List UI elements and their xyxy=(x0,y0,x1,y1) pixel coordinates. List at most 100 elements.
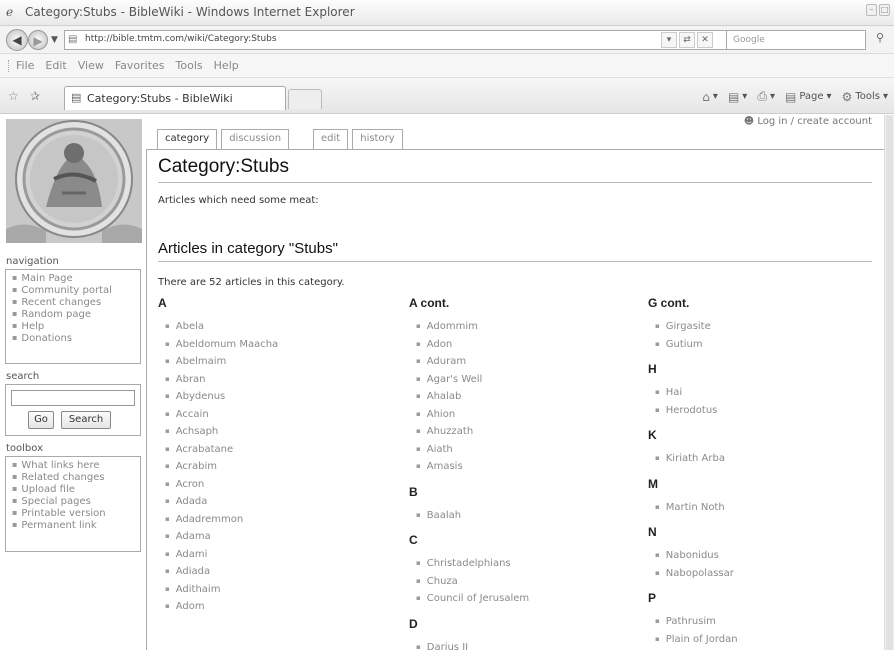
home-button[interactable]: ⌂ ▾ xyxy=(702,90,718,104)
article-link[interactable]: Nabopolassar xyxy=(648,568,884,586)
article-link[interactable]: Acrabatane xyxy=(158,444,398,462)
article-link[interactable]: Accain xyxy=(158,409,398,427)
vertical-scrollbar[interactable] xyxy=(884,115,894,650)
article-link[interactable]: Abelmaim xyxy=(158,356,398,374)
article-link[interactable]: Acrabim xyxy=(158,461,398,479)
toolbox-link-upload-file[interactable]: Upload file xyxy=(12,484,134,496)
article-link[interactable]: Adama xyxy=(158,531,398,549)
article-link[interactable]: Nabonidus xyxy=(648,550,884,568)
toolbox-link-printable-version[interactable]: Printable version xyxy=(12,508,134,520)
feeds-button[interactable]: ▤ ▾ xyxy=(728,90,747,104)
maximize-icon[interactable]: □ xyxy=(879,4,890,16)
new-tab-button[interactable] xyxy=(288,89,322,109)
article-link[interactable]: Plain of Jordan xyxy=(648,634,884,650)
minimize-icon[interactable]: – xyxy=(866,4,877,16)
nav-link-recent-changes[interactable]: Recent changes xyxy=(12,297,134,309)
nav-link-help[interactable]: Help xyxy=(12,321,134,333)
article-link[interactable]: Pathrusim xyxy=(648,616,884,634)
tab-history[interactable]: history xyxy=(352,129,403,149)
wiki-logo[interactable] xyxy=(6,119,142,243)
article-link[interactable]: Martin Noth xyxy=(648,502,884,520)
letter-group: G cont. GirgasiteGutium xyxy=(648,296,884,356)
refresh-icon[interactable]: ⇄ xyxy=(679,32,695,48)
address-bar[interactable]: ▤ http://bible.tmtm.com/wiki/Category:St… xyxy=(64,30,830,50)
toolbox-link-related-changes[interactable]: Related changes xyxy=(12,472,134,484)
article-link[interactable]: Christadelphians xyxy=(409,558,649,576)
article-link[interactable]: Darius II xyxy=(409,642,649,650)
login-link[interactable]: Log in / create account xyxy=(757,116,872,127)
article-link[interactable]: Aiath xyxy=(409,444,649,462)
article-link[interactable]: Ahalab xyxy=(409,391,649,409)
tools-menu-button[interactable]: ⚙ Tools ▾ xyxy=(842,90,888,104)
add-favorites-icon[interactable]: ✰ xyxy=(30,89,40,103)
tab-category[interactable]: category xyxy=(157,129,218,149)
menu-view[interactable]: View xyxy=(78,59,104,72)
article-link[interactable]: Council of Jerusalem xyxy=(409,593,649,611)
menu-file[interactable]: File xyxy=(16,59,34,72)
nav-link-donations[interactable]: Donations xyxy=(12,333,134,345)
article-link[interactable]: Achsaph xyxy=(158,426,398,444)
toolbox-link-special-pages[interactable]: Special pages xyxy=(12,496,134,508)
menu-edit[interactable]: Edit xyxy=(45,59,66,72)
article-link[interactable]: Baalah xyxy=(409,510,649,528)
article-column-1: A AbelaAbeldomum MaachaAbelmaimAbranAbyde… xyxy=(158,296,398,625)
toolbox-link-permanent-link[interactable]: Permanent link xyxy=(12,520,134,532)
article-link[interactable]: Adiada xyxy=(158,566,398,584)
article-link[interactable]: Abeldomum Maacha xyxy=(158,339,398,357)
back-button[interactable]: ◀ xyxy=(6,29,28,51)
article-link[interactable]: Adada xyxy=(158,496,398,514)
article-link[interactable]: Adami xyxy=(158,549,398,567)
print-button[interactable]: ⎙ ▾ xyxy=(757,89,775,104)
article-list: Martin Noth xyxy=(648,502,884,520)
article-link[interactable]: Girgasite xyxy=(648,321,884,339)
wiki-search-input[interactable] xyxy=(11,390,135,406)
nav-link-community-portal[interactable]: Community portal xyxy=(12,285,134,297)
article-link[interactable]: Adadremmon xyxy=(158,514,398,532)
toolbox-title: toolbox xyxy=(6,443,44,454)
search-icon[interactable]: ⚲ xyxy=(870,31,890,49)
article-link[interactable]: Gutium xyxy=(648,339,884,357)
browser-tab[interactable]: ▤ Category:Stubs - BibleWiki xyxy=(64,86,286,110)
nav-link-main-page[interactable]: Main Page xyxy=(12,273,134,285)
stop-icon[interactable]: ✕ xyxy=(697,32,713,48)
tab-discussion[interactable]: discussion xyxy=(221,129,290,149)
article-link[interactable]: Amasis xyxy=(409,461,649,479)
menu-favorites[interactable]: Favorites xyxy=(115,59,165,72)
user-links[interactable]: ☻ Log in / create account xyxy=(744,116,872,127)
article-list: Baalah xyxy=(409,510,649,528)
scrollbar-thumb[interactable] xyxy=(886,115,893,650)
article-link[interactable]: Ahion xyxy=(409,409,649,427)
article-link[interactable]: Aduram xyxy=(409,356,649,374)
title-divider xyxy=(158,182,872,183)
article-link[interactable]: Acron xyxy=(158,479,398,497)
article-link[interactable]: Chuza xyxy=(409,576,649,594)
article-link[interactable]: Adommim xyxy=(409,321,649,339)
go-button[interactable]: Go xyxy=(28,411,54,429)
history-dropdown-icon[interactable]: ▼ xyxy=(51,35,58,45)
nav-link-random-page[interactable]: Random page xyxy=(12,309,134,321)
article-link[interactable]: Hai xyxy=(648,387,884,405)
article-link[interactable]: Adon xyxy=(409,339,649,357)
article-link[interactable]: Ahuzzath xyxy=(409,426,649,444)
favorites-star-icon[interactable]: ☆ xyxy=(8,89,19,103)
article-list: HaiHerodotus xyxy=(648,387,884,422)
search-button[interactable]: Search xyxy=(61,411,111,429)
article-link[interactable]: Adom xyxy=(158,601,398,619)
article-link[interactable]: Adithaim xyxy=(158,584,398,602)
article-link[interactable]: Abran xyxy=(158,374,398,392)
web-content: navigation Main PageCommunity portalRece… xyxy=(0,115,884,650)
address-text[interactable]: http://bible.tmtm.com/wiki/Category:Stub… xyxy=(85,34,277,44)
article-link[interactable]: Herodotus xyxy=(648,405,884,423)
tab-edit[interactable]: edit xyxy=(313,129,349,149)
search-box[interactable]: Google xyxy=(726,30,866,50)
page-menu-button[interactable]: ▤ Page ▾ xyxy=(785,90,832,104)
article-link[interactable]: Abela xyxy=(158,321,398,339)
toolbox-link-what-links-here[interactable]: What links here xyxy=(12,460,134,472)
address-dropdown-icon[interactable]: ▾ xyxy=(661,32,677,48)
menu-tools[interactable]: Tools xyxy=(176,59,203,72)
forward-button[interactable]: ▶ xyxy=(28,30,48,50)
article-link[interactable]: Kiriath Arba xyxy=(648,453,884,471)
menu-help[interactable]: Help xyxy=(214,59,239,72)
article-link[interactable]: Abydenus xyxy=(158,391,398,409)
article-link[interactable]: Agar's Well xyxy=(409,374,649,392)
